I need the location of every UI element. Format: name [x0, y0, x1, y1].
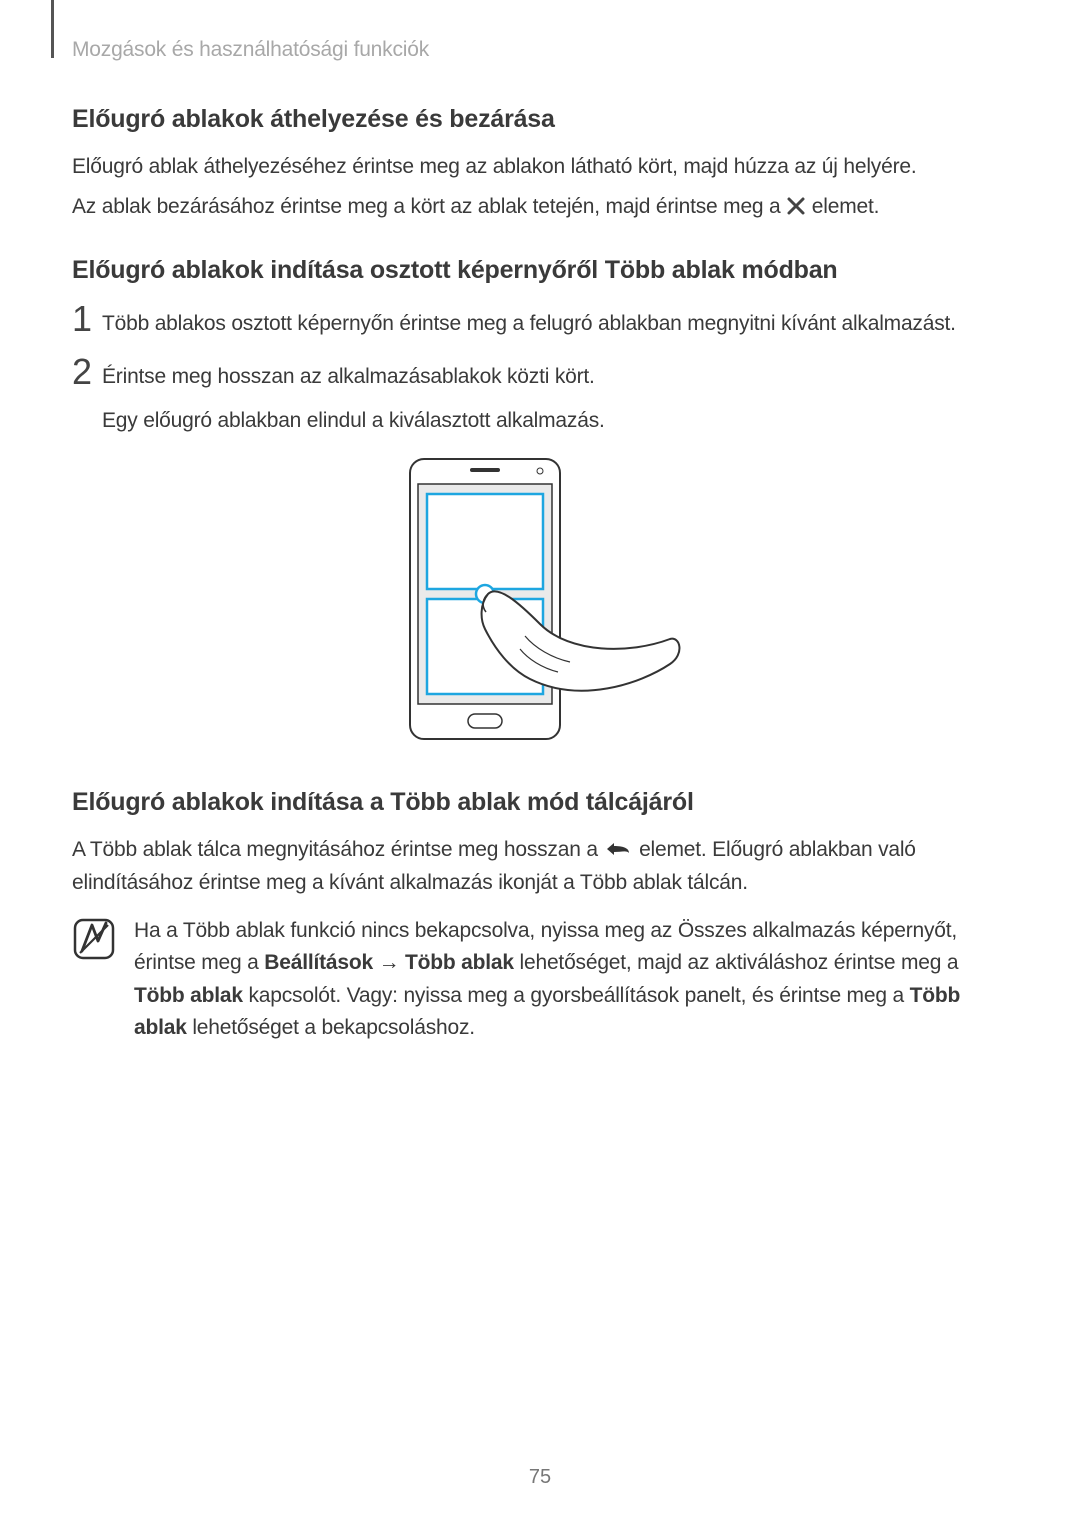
note-text: Ha a Több ablak funkció nincs bekapcsolv…	[134, 915, 1008, 1045]
step-2-text1: Érintse meg hosszan az alkalmazásablakok…	[102, 360, 605, 394]
note-e: Több ablak	[134, 984, 243, 1007]
phone-touch-illustration	[370, 454, 710, 754]
section3-p1-a: A Több ablak tálca megnyitásához érintse…	[72, 838, 603, 861]
step-2-text: Érintse meg hosszan az alkalmazásablakok…	[102, 356, 605, 437]
page-content: Előugró ablakok áthelyezése és bezárása …	[72, 105, 1008, 1045]
page-number: 75	[0, 1466, 1080, 1489]
heading-launch-split: Előugró ablakok indítása osztott képerny…	[72, 256, 1008, 285]
note-icon-wrap	[72, 915, 134, 966]
breadcrumb: Mozgások és használhatósági funkciók	[72, 38, 429, 62]
note-b: Beállítások	[264, 951, 373, 974]
section1-para1: Előugró ablak áthelyezéséhez érintse meg…	[72, 152, 1008, 182]
back-icon	[603, 838, 633, 868]
step-number-1: 1	[72, 301, 102, 337]
note-d: lehetőséget, majd az aktiváláshoz érints…	[514, 951, 958, 974]
arrow-icon: →	[373, 951, 405, 974]
header-accent-line	[51, 0, 54, 58]
note-row: Ha a Több ablak funkció nincs bekapcsolv…	[72, 915, 1008, 1045]
section3-para1: A Több ablak tálca megnyitásához érintse…	[72, 835, 1008, 899]
close-icon	[786, 195, 806, 225]
step-2-text2: Egy előugró ablakban elindul a kiválaszt…	[102, 409, 605, 432]
section1-para2-a: Az ablak bezárásához érintse meg a kört …	[72, 195, 786, 218]
heading-launch-tray: Előugró ablakok indítása a Több ablak mó…	[72, 788, 1008, 817]
note-h: lehetőséget a bekapcsoláshoz.	[187, 1016, 475, 1039]
section1-para2: Az ablak bezárásához érintse meg a kört …	[72, 192, 1008, 225]
note-f: kapcsolót. Vagy: nyissa meg a gyorsbeáll…	[243, 984, 910, 1007]
heading-move-close: Előugró ablakok áthelyezése és bezárása	[72, 105, 1008, 134]
note-c: Több ablak	[405, 951, 514, 974]
note-icon	[72, 917, 116, 961]
step-1-text: Több ablakos osztott képernyőn érintse m…	[102, 303, 956, 341]
section1-para2-b: elemet.	[806, 195, 879, 218]
step-number-2: 2	[72, 354, 102, 390]
step-1: 1 Több ablakos osztott képernyőn érintse…	[72, 303, 1008, 341]
step-2: 2 Érintse meg hosszan az alkalmazásablak…	[72, 356, 1008, 437]
